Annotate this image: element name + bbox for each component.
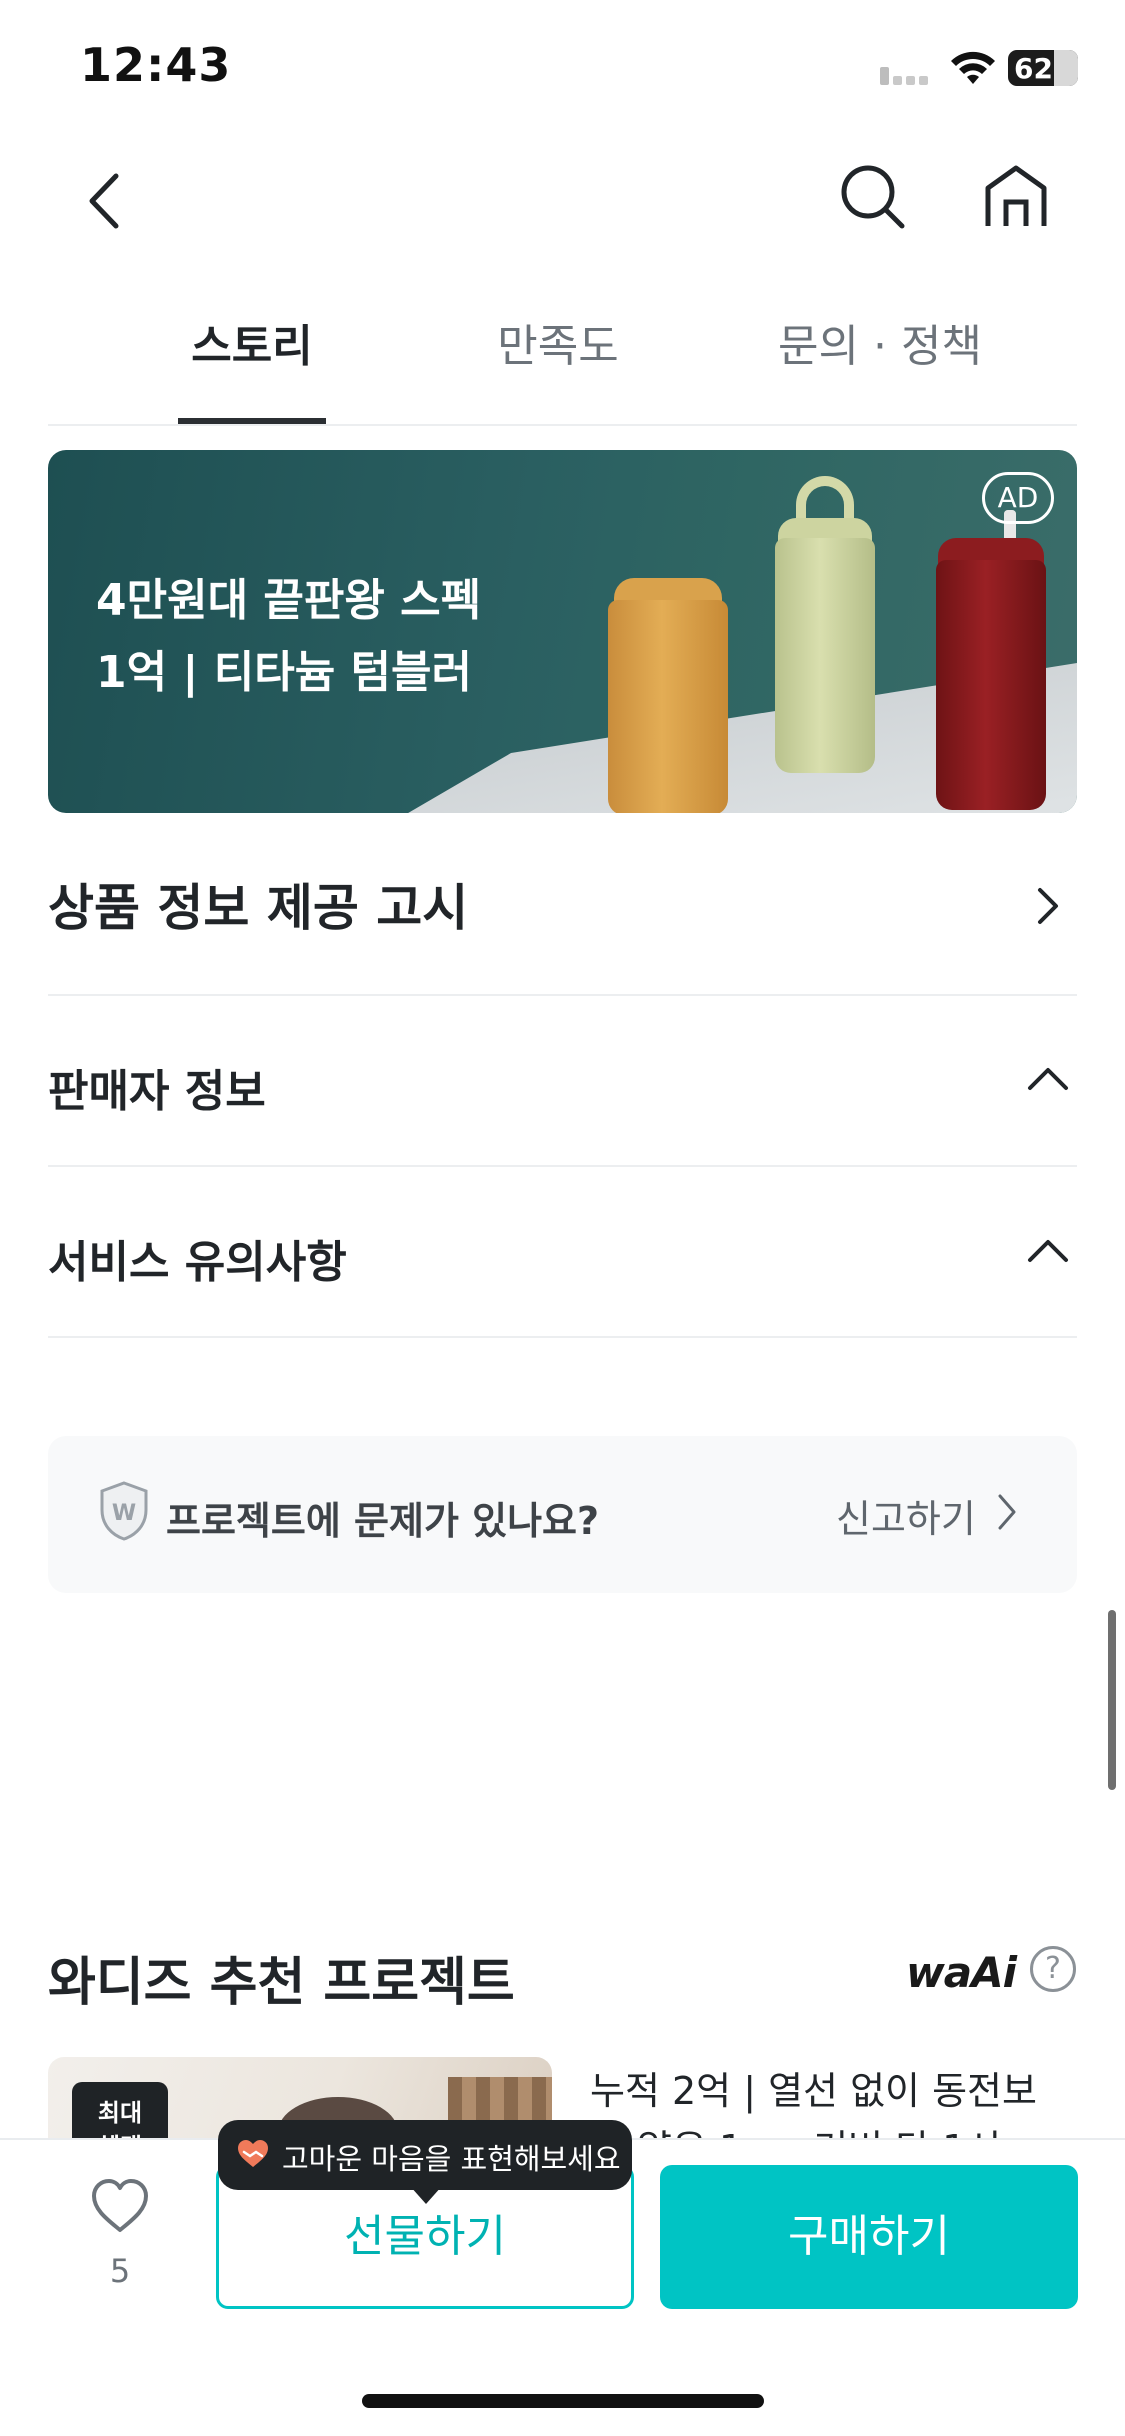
battery-icon: 62 [1008,50,1078,86]
chevron-up-icon[interactable] [1026,1236,1070,1266]
service-notice-title[interactable]: 서비스 유의사항 [48,1226,347,1290]
help-icon[interactable]: ? [1030,1946,1076,1992]
recommend-title: 와디즈 추천 프로젝트 [48,1953,515,2013]
product-notice-title[interactable]: 상품 정보 제공 고시 [48,868,468,940]
banner-title-line2: 1억 | 티타늄 텀블러 [96,647,473,698]
cellular-signal-icon [880,66,936,85]
tab-satisfaction[interactable]: 만족도 [478,310,638,374]
like-count: 5 [109,2252,131,2290]
chevron-right-icon[interactable] [1030,884,1066,928]
tab-story[interactable]: 스토리 [178,310,326,374]
recommend-description-line1: 누적 2억 | 열선 없이 동전보 [590,2069,1037,2113]
report-question: 프로젝트에 문제가 있나요? [166,1499,600,1543]
tooltip-text: 고마운 마음을 표현해보세요 [282,2142,621,2176]
tooltip-arrow [410,2186,442,2204]
heart-icon[interactable] [88,2176,152,2236]
scrollbar[interactable] [1108,1610,1116,1790]
wifi-icon [951,51,995,84]
divider [48,1165,1077,1167]
buy-button[interactable]: 구매하기 [660,2165,1078,2309]
svg-text:W: W [112,1501,136,1526]
ad-badge: AD [982,472,1054,524]
ad-banner[interactable]: 4만원대 끝판왕 스펙 1억 | 티타늄 텀블러 AD [48,450,1077,813]
tumbler-image-green [775,538,875,773]
chevron-left-icon[interactable] [78,166,138,236]
battery-level: 62 [1014,52,1053,85]
divider [48,1336,1077,1338]
tumbler-image-red [936,560,1046,810]
tabs-divider [48,424,1077,426]
report-link[interactable]: 신고하기 [836,1488,976,1543]
banner-title: 4만원대 끝판왕 스펙 1억 | 티타늄 텀블러 [96,565,481,709]
waai-logo: waAi [906,1948,1017,1997]
chevron-right-icon[interactable] [996,1492,1018,1532]
chevron-up-icon[interactable] [1026,1064,1070,1094]
heart-hands-icon [238,2140,268,2167]
home-icon[interactable] [980,160,1052,232]
search-icon[interactable] [836,160,908,232]
seller-info-title[interactable]: 판매자 정보 [48,1055,266,1119]
tab-inquiry-policy[interactable]: 문의 · 정책 [750,310,1010,374]
shield-icon: W [100,1481,148,1541]
home-indicator[interactable] [362,2394,764,2408]
divider [48,994,1077,996]
benefit-badge-line1: 최대 [97,2099,143,2127]
banner-title-line1: 4만원대 끝판왕 스펙 [96,575,482,626]
status-time: 12:43 [80,38,232,92]
tumbler-image-yellow [608,600,728,813]
